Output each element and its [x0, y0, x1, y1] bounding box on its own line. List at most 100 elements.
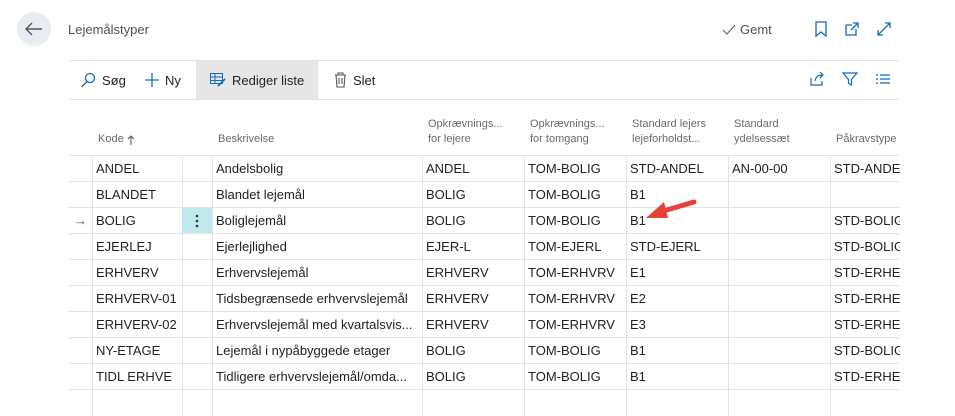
cell-beskrivelse[interactable]: Ejerlejlighed: [216, 234, 420, 260]
cell-ydelse[interactable]: [732, 182, 828, 208]
share-icon[interactable]: [808, 70, 826, 88]
cell-tomgang[interactable]: TOM-EJERL: [528, 234, 624, 260]
table-row[interactable]: [68, 389, 900, 416]
col-std-ydelse-line1: Standard: [734, 118, 779, 130]
open-new-window-icon[interactable]: [843, 20, 861, 38]
cell-paakrav[interactable]: STD-ERHEF: [834, 312, 900, 338]
col-header-standard-ydelsessaet[interactable]: Standard ydelsessæt: [734, 99, 824, 155]
row-actions-button[interactable]: [182, 208, 212, 234]
cell-lejers[interactable]: E3: [630, 312, 726, 338]
table-row[interactable]: → BOLIG Boliglejemål BOLIG TOM-BOLIG B1 STD-BO…: [68, 207, 900, 234]
table-row[interactable]: TIDL ERHVE Tidligere erhvervslejemål/omda…: [68, 363, 900, 390]
cell-tomgang[interactable]: TOM-ERHVRV: [528, 260, 624, 286]
cell-kode[interactable]: EJERLEJ: [96, 234, 180, 260]
cell-beskrivelse[interactable]: Blandet lejemål: [216, 182, 420, 208]
cell-paakrav[interactable]: STD-ERHEF: [834, 286, 900, 312]
cell-lejere[interactable]: EJER-L: [426, 234, 522, 260]
cell-paakrav[interactable]: STD-BOLIG: [834, 208, 900, 234]
col-header-standard-lejers[interactable]: Standard lejers lejeforholdst...: [632, 99, 727, 155]
cell-lejers[interactable]: STD-ANDEL: [630, 156, 726, 182]
col-header-kode[interactable]: Kode: [98, 99, 178, 155]
list-view-icon[interactable]: [874, 70, 892, 88]
cell-ydelse[interactable]: [732, 312, 828, 338]
filter-icon[interactable]: [841, 70, 859, 88]
cell-paakrav[interactable]: STD-BOLIG: [834, 234, 900, 260]
cell-paakrav[interactable]: STD-ERHEF: [834, 260, 900, 286]
search-button[interactable]: Søg: [80, 61, 126, 99]
cell-paakrav[interactable]: STD-ERHEF: [834, 364, 900, 390]
cell-beskrivelse[interactable]: Andelsbolig: [216, 156, 420, 182]
page-title: Lejemålstyper: [68, 22, 149, 37]
new-label: Ny: [165, 72, 181, 88]
cell-ydelse[interactable]: [732, 338, 828, 364]
expand-icon[interactable]: [875, 20, 893, 38]
cell-tomgang[interactable]: TOM-BOLIG: [528, 156, 624, 182]
table-row[interactable]: ERHVERV Erhvervslejemål ERHVERV TOM-ERHVRV E…: [68, 259, 900, 286]
table-row[interactable]: ANDEL Andelsbolig ANDEL TOM-BOLIG STD-ANDEL A…: [68, 155, 900, 182]
col-header-beskrivelse[interactable]: Beskrivelse: [218, 99, 418, 155]
cell-tomgang[interactable]: TOM-ERHVRV: [528, 286, 624, 312]
bookmark-icon[interactable]: [812, 20, 830, 38]
cell-lejere[interactable]: BOLIG: [426, 208, 522, 234]
cell-kode[interactable]: ERHVERV-02: [96, 312, 180, 338]
cell-lejers[interactable]: STD-EJERL: [630, 234, 726, 260]
cell-paakrav[interactable]: [834, 182, 900, 208]
cell-lejere[interactable]: ERHVERV: [426, 286, 522, 312]
cell-kode[interactable]: TIDL ERHVE: [96, 364, 180, 390]
current-row-arrow-icon: →: [74, 213, 87, 228]
col-beskrivelse-label: Beskrivelse: [218, 133, 275, 145]
cell-beskrivelse[interactable]: Lejemål i nypåbyggede etager: [216, 338, 420, 364]
search-icon: [81, 72, 96, 88]
cell-beskrivelse[interactable]: Erhvervslejemål: [216, 260, 420, 286]
cell-lejers[interactable]: B1: [630, 338, 726, 364]
cell-lejere[interactable]: ANDEL: [426, 156, 522, 182]
table-row[interactable]: NY-ETAGE Lejemål i nypåbyggede etager BOLI…: [68, 337, 900, 364]
cell-lejere[interactable]: ERHVERV: [426, 260, 522, 286]
cell-tomgang[interactable]: TOM-BOLIG: [528, 182, 624, 208]
edit-list-button[interactable]: Rediger liste: [196, 61, 319, 99]
cell-kode[interactable]: BLANDET: [96, 182, 180, 208]
cell-ydelse[interactable]: [732, 208, 828, 234]
col-header-opkraevning-lejere[interactable]: Opkrævnings... for lejere: [428, 99, 518, 155]
cell-ydelse[interactable]: [732, 364, 828, 390]
cell-beskrivelse[interactable]: Tidsbegrænsede erhvervslejemål: [216, 286, 420, 312]
cell-lejers[interactable]: B1: [630, 364, 726, 390]
table-row[interactable]: BLANDET Blandet lejemål BOLIG TOM-BOLIG B1: [68, 181, 900, 208]
cell-beskrivelse[interactable]: Erhvervslejemål med kvartalsvis...: [216, 312, 420, 338]
cell-kode[interactable]: ERHVERV-01: [96, 286, 180, 312]
table-row[interactable]: ERHVERV-01 Tidsbegrænsede erhvervslejemål…: [68, 285, 900, 312]
cell-paakrav[interactable]: STD-BOLIG: [834, 338, 900, 364]
data-grid: Kode Beskrivelse Opkrævnings... for lejer…: [68, 99, 900, 416]
cell-ydelse[interactable]: [732, 260, 828, 286]
cell-ydelse[interactable]: [732, 286, 828, 312]
col-header-opkraevning-tomgang[interactable]: Opkrævnings... for tomgang: [530, 99, 625, 155]
table-row[interactable]: ERHVERV-02 Erhvervslejemål med kvartalsvi…: [68, 311, 900, 338]
cell-kode[interactable]: BOLIG: [96, 208, 180, 234]
delete-button[interactable]: Slet: [334, 61, 375, 99]
cell-beskrivelse[interactable]: Tidligere erhvervslejemål/omda...: [216, 364, 420, 390]
cell-lejere[interactable]: BOLIG: [426, 182, 522, 208]
cell-paakrav[interactable]: STD-ANDE: [834, 156, 900, 182]
cell-tomgang[interactable]: TOM-BOLIG: [528, 208, 624, 234]
col-std-lejers-line1: Standard lejers: [632, 118, 706, 130]
table-row[interactable]: EJERLEJ Ejerlejlighed EJER-L TOM-EJERL STD-E…: [68, 233, 900, 260]
col-header-paakravstype[interactable]: Påkravstype: [836, 99, 900, 155]
col-kode-label: Kode: [98, 133, 124, 145]
cell-kode[interactable]: ERHVERV: [96, 260, 180, 286]
back-button[interactable]: [17, 12, 51, 46]
search-label: Søg: [102, 72, 126, 88]
new-button[interactable]: Ny: [145, 61, 181, 99]
cell-kode[interactable]: ANDEL: [96, 156, 180, 182]
cell-lejere[interactable]: ERHVERV: [426, 312, 522, 338]
cell-ydelse[interactable]: [732, 234, 828, 260]
cell-tomgang[interactable]: TOM-BOLIG: [528, 338, 624, 364]
cell-lejere[interactable]: BOLIG: [426, 364, 522, 390]
cell-tomgang[interactable]: TOM-BOLIG: [528, 364, 624, 390]
cell-kode[interactable]: NY-ETAGE: [96, 338, 180, 364]
cell-lejers[interactable]: E2: [630, 286, 726, 312]
cell-lejers[interactable]: E1: [630, 260, 726, 286]
cell-lejere[interactable]: BOLIG: [426, 338, 522, 364]
cell-ydelse[interactable]: AN-00-00: [732, 156, 828, 182]
cell-beskrivelse[interactable]: Boliglejemål: [216, 208, 420, 234]
cell-tomgang[interactable]: TOM-ERHVRV: [528, 312, 624, 338]
